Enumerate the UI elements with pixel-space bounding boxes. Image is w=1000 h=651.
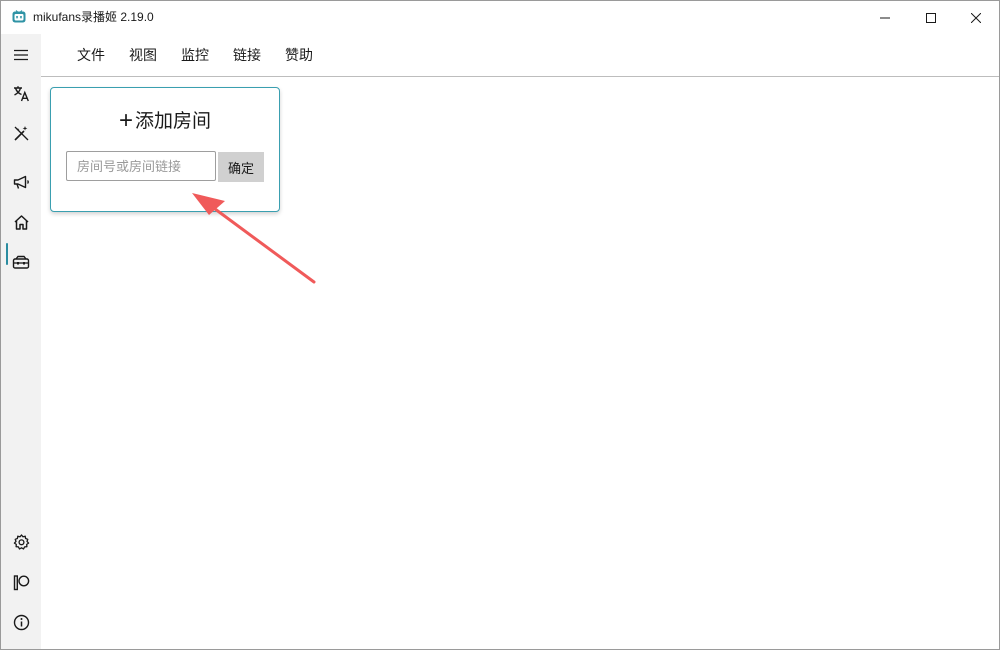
sidebar-menu-toggle[interactable]	[1, 37, 41, 73]
add-room-title: + 添加房间	[51, 108, 279, 135]
sidebar-item-settings[interactable]	[1, 524, 41, 560]
minimize-icon	[880, 17, 890, 18]
confirm-button[interactable]: 确定	[218, 152, 264, 182]
sidebar-item-language[interactable]	[1, 75, 41, 111]
add-room-card: +添加房间 确定	[50, 87, 280, 212]
maximize-button[interactable]	[908, 1, 954, 34]
sidebar-item-announcement[interactable]	[1, 164, 41, 200]
megaphone-icon	[13, 175, 29, 189]
sidebar-item-patreon[interactable]	[1, 564, 41, 600]
maximize-icon	[926, 12, 936, 23]
window-title: mikufans录播姬 2.19.0	[33, 10, 154, 24]
app-logo-icon	[12, 10, 26, 23]
close-icon	[971, 12, 981, 23]
sidebar-item-toolbox[interactable]	[1, 244, 41, 280]
menu-bar: 文件 视图 监控 链接 赞助	[41, 34, 999, 77]
add-room-label: 添加房间	[135, 111, 212, 132]
patreon-icon	[13, 574, 29, 590]
sidebar-item-effects[interactable]	[1, 115, 41, 151]
plus-icon: +	[118, 107, 133, 134]
sidebar	[1, 34, 41, 649]
toolbox-icon	[12, 255, 30, 269]
menu-monitor[interactable]: 监控	[181, 46, 209, 64]
minimize-button[interactable]	[862, 1, 908, 34]
hamburger-menu-icon	[14, 49, 28, 61]
menu-file[interactable]: 文件	[77, 46, 105, 64]
home-icon	[13, 214, 29, 230]
info-icon	[13, 614, 29, 630]
menu-sponsor[interactable]: 赞助	[285, 46, 313, 64]
sidebar-item-home[interactable]	[1, 204, 41, 240]
menu-view[interactable]: 视图	[129, 46, 157, 64]
menu-links[interactable]: 链接	[233, 46, 261, 64]
app-window: mikufans录播姬 2.19.0 文件 视图 监控 链接 赞助 + 添加房间…	[0, 0, 1000, 650]
sidebar-item-about[interactable]	[1, 604, 41, 640]
title-bar[interactable]: mikufans录播姬 2.19.0	[1, 1, 999, 34]
close-button[interactable]	[953, 1, 999, 34]
room-id-input[interactable]	[66, 151, 216, 181]
magic-wand-off-icon	[13, 125, 28, 141]
settings-gear-icon	[13, 533, 29, 550]
translate-icon	[13, 85, 29, 101]
